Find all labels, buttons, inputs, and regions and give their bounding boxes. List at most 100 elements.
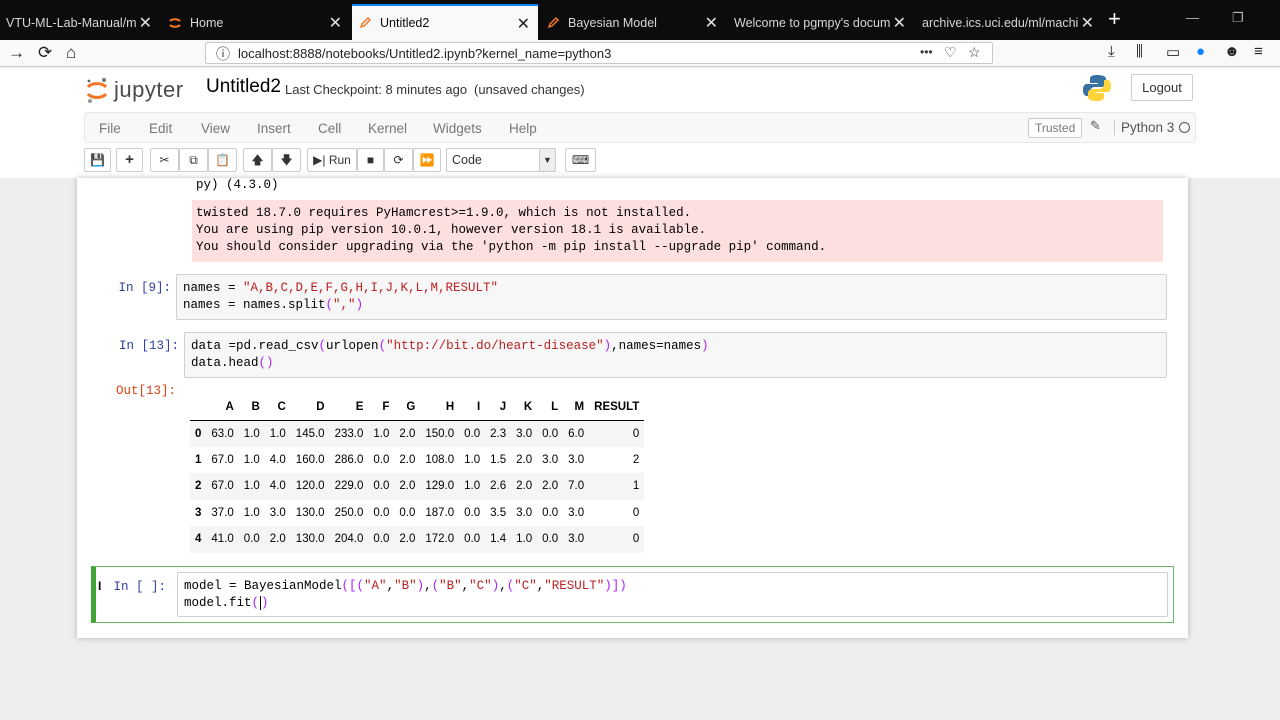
table-cell: 187.0	[425, 506, 455, 519]
menu-file[interactable]: File	[99, 121, 121, 136]
table-cell: 3.0	[269, 506, 286, 519]
paste-button[interactable]: 📋	[208, 148, 237, 172]
menu-cell[interactable]: Cell	[318, 121, 341, 136]
column-header: C	[277, 401, 286, 414]
browser-tab[interactable]: Welcome to pgmpy's docum ✕	[728, 5, 914, 40]
close-tab-icon[interactable]: ✕	[893, 13, 906, 33]
table-cell: 3.0	[516, 427, 533, 440]
close-tab-icon[interactable]: ✕	[329, 13, 342, 33]
table-cell: 2.0	[399, 480, 416, 493]
menu-edit[interactable]: Edit	[149, 121, 172, 136]
row-index: 4	[195, 533, 202, 546]
copy-icon: ⧉	[189, 153, 198, 167]
table-cell: 3.0	[516, 506, 533, 519]
table-cell: 1.0	[243, 427, 260, 440]
column-header: L	[551, 401, 559, 414]
table-cell: 63.0	[211, 427, 234, 440]
table-cell: 0.0	[542, 506, 559, 519]
page-actions-icon[interactable]: •••	[920, 45, 933, 59]
code-cell-input[interactable]: data =pd.read_csv(urlopen("http://bit.do…	[184, 332, 1167, 378]
table-row: 2 67.0 1.0 4.0 120.0 229.0 0.0 2.0 129.0 1.0 2.6 2.…	[190, 473, 645, 500]
download-icon[interactable]: ⤓	[1108, 43, 1115, 60]
trusted-badge[interactable]: Trusted	[1028, 118, 1083, 138]
browser-tab[interactable]: VTU-ML-Lab-Manual/m ✕	[0, 5, 160, 40]
menu-kernel[interactable]: Kernel	[368, 121, 407, 136]
menu-insert[interactable]: Insert	[257, 121, 291, 136]
table-cell: 286.0	[334, 453, 364, 466]
sidebar-icon[interactable]: ▭	[1166, 43, 1180, 61]
browser-tab[interactable]: Bayesian Model ✕	[540, 5, 726, 40]
table-cell: 2.6	[490, 480, 507, 493]
code-cell-input[interactable]: names = "A,B,C,D,E,F,G,H,I,J,K,L,M,RESUL…	[176, 274, 1167, 320]
close-tab-icon[interactable]: ✕	[1081, 13, 1094, 33]
library-icon[interactable]: ⫼	[1136, 43, 1143, 60]
menu-icon[interactable]: ≡	[1254, 43, 1263, 60]
restart-run-all-button[interactable]: ⏩	[413, 148, 441, 172]
browser-tab-bar: VTU-ML-Lab-Manual/m ✕ Home ✕ Untitled2 ✕…	[0, 0, 1280, 40]
table-cell: 0.0	[373, 506, 390, 519]
reload-icon[interactable]: ⟳	[38, 43, 52, 63]
insert-cell-button[interactable]: +	[116, 148, 143, 172]
save-icon: 💾	[90, 153, 105, 167]
jupyter-logo[interactable]: jupyter	[86, 76, 184, 104]
close-tab-icon[interactable]: ✕	[517, 14, 530, 34]
run-button[interactable]: ▶| Run	[307, 148, 357, 172]
account-icon[interactable]: ☻	[1224, 43, 1240, 60]
restart-button[interactable]: ⟳	[384, 148, 413, 172]
save-button[interactable]: 💾	[84, 148, 111, 172]
code-line: names = names.split(",")	[183, 298, 364, 312]
bookmark-star-icon[interactable]: ☆	[968, 44, 981, 61]
browser-tab[interactable]: Home ✕	[162, 5, 350, 40]
command-palette-button[interactable]: ⌨	[565, 148, 596, 172]
table-cell: 172.0	[425, 533, 455, 546]
back-icon[interactable]: →	[8, 43, 25, 63]
new-tab-icon[interactable]: +	[1108, 8, 1121, 30]
dataframe-table: A B C D E F G H I J K L M RESULT 0 63.0 1.0 1.0 145.0 233.…	[190, 395, 645, 553]
close-tab-icon[interactable]: ✕	[139, 13, 152, 33]
cell-type-select[interactable]: Code ▼	[446, 148, 556, 172]
copy-button[interactable]: ⧉	[179, 148, 208, 172]
table-cell: 0.0	[243, 533, 260, 546]
info-icon[interactable]: ⓘ	[216, 44, 230, 64]
close-tab-icon[interactable]: ✕	[705, 13, 718, 33]
row-index: 2	[195, 480, 202, 493]
jupyter-favicon-icon	[169, 17, 181, 28]
table-cell: 3.0	[542, 453, 559, 466]
table-cell: 3.5	[490, 506, 507, 519]
menu-widgets[interactable]: Widgets	[433, 121, 482, 136]
notebook-name[interactable]: Untitled2	[206, 76, 281, 98]
table-cell: 204.0	[334, 533, 364, 546]
edit-pencil-icon[interactable]: ✎	[1090, 118, 1101, 134]
url-bar[interactable]: ⓘ localhost:8888/notebooks/Untitled2.ipy…	[205, 42, 993, 64]
code-line: data.head()	[191, 356, 274, 370]
notebook-favicon-icon	[359, 16, 372, 29]
table-cell: 1.0	[243, 480, 260, 493]
active-code-cell[interactable]: I In [ ]: model = BayesianModel([("A","B…	[91, 566, 1174, 623]
logout-button[interactable]: Logout	[1131, 74, 1193, 101]
autosave-status: (unsaved changes)	[474, 82, 585, 97]
interrupt-button[interactable]: ■	[357, 148, 384, 172]
move-down-button[interactable]: 🡇	[272, 148, 301, 172]
move-up-button[interactable]: 🡅	[243, 148, 272, 172]
minimize-icon[interactable]: —	[1186, 10, 1199, 25]
table-cell: 2.0	[399, 427, 416, 440]
home-icon[interactable]: ⌂	[66, 43, 76, 63]
table-cell: 1.5	[490, 453, 507, 466]
table-cell: 2.0	[516, 453, 533, 466]
step-forward-icon: ▶|	[313, 153, 326, 167]
browser-tab[interactable]: archive.ics.uci.edu/ml/machi ✕	[916, 5, 1102, 40]
code-cell-input[interactable]: model = BayesianModel([("A","B"),("B","C…	[177, 572, 1168, 617]
row-index: 0	[195, 427, 202, 440]
restore-icon[interactable]: ❐	[1232, 10, 1244, 26]
cut-button[interactable]: ✂	[150, 148, 179, 172]
table-row: 4 41.0 0.0 2.0 130.0 204.0 0.0 2.0 172.0 0.0 1.4 1.…	[190, 526, 645, 553]
menu-view[interactable]: View	[201, 121, 230, 136]
table-cell: 0	[632, 506, 640, 519]
pocket-icon[interactable]: ♡	[944, 44, 957, 61]
menu-help[interactable]: Help	[509, 121, 537, 136]
table-cell: 1.0	[243, 506, 260, 519]
sync-icon[interactable]: ●	[1196, 43, 1205, 60]
table-cell: 4.0	[269, 453, 286, 466]
table-cell: 1.0	[464, 453, 481, 466]
browser-tab-active[interactable]: Untitled2 ✕	[352, 4, 538, 40]
